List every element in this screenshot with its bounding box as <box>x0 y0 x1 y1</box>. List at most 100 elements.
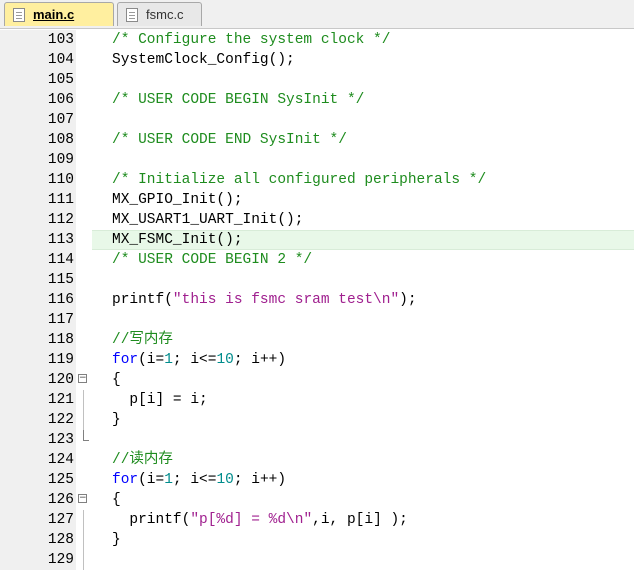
fold-collapse-icon[interactable]: − <box>78 494 87 503</box>
line-gutter: 116 <box>0 290 76 310</box>
line-number: 128 <box>47 532 74 548</box>
line-gutter: 110 <box>0 170 76 190</box>
line-number: 112 <box>47 212 74 228</box>
code-token-comment: /* Initialize all configured peripherals… <box>112 172 487 188</box>
file-icon <box>126 7 138 22</box>
code-text: MX_FSMC_Init(); <box>112 230 243 250</box>
line-gutter: 127 <box>0 510 76 530</box>
code-line[interactable]: 126− { <box>0 490 634 510</box>
line-number: 109 <box>47 152 74 168</box>
fold-guide <box>83 530 84 550</box>
line-number: 124 <box>47 452 74 468</box>
line-number: 119 <box>47 352 74 368</box>
line-number: 121 <box>47 392 74 408</box>
code-line[interactable]: 128} <box>0 530 634 550</box>
code-line[interactable]: 119 for(i=1; i<=10; i++) <box>0 350 634 370</box>
code-line[interactable]: 115 <box>0 270 634 290</box>
code-line[interactable]: 116 printf("this is fsmc sram test\n"); <box>0 290 634 310</box>
code-text: /* USER CODE BEGIN SysInit */ <box>112 90 364 110</box>
tab-fsmc-c[interactable]: fsmc.c <box>117 2 202 26</box>
line-gutter: 128 <box>0 530 76 550</box>
fold-collapse-icon[interactable]: − <box>78 374 87 383</box>
code-token-plain: } <box>112 532 121 548</box>
code-token-plain: p[i] = i; <box>112 392 208 408</box>
code-line[interactable]: 123 <box>0 430 634 450</box>
code-line[interactable]: 124 //读内存 <box>0 450 634 470</box>
code-text: { <box>112 370 121 390</box>
code-token-comment: //写内存 <box>112 332 173 348</box>
line-number: 105 <box>47 72 74 88</box>
code-line[interactable]: 120− { <box>0 370 634 390</box>
code-line[interactable]: 103 /* Configure the system clock */ <box>0 30 634 50</box>
fold-end-marker <box>83 430 89 441</box>
fold-guide <box>83 510 84 530</box>
code-line[interactable]: 118 //写内存 <box>0 330 634 350</box>
line-gutter: 112 <box>0 210 76 230</box>
line-gutter: 115 <box>0 270 76 290</box>
code-token-number: 1 <box>164 352 173 368</box>
code-token-plain: printf( <box>112 292 173 308</box>
line-gutter: 121 <box>0 390 76 410</box>
code-line[interactable]: 109 <box>0 150 634 170</box>
code-editor[interactable]: 103 /* Configure the system clock */ 104 Sy… <box>0 30 634 570</box>
code-token-string: "this is fsmc sram test\n" <box>172 292 400 308</box>
line-number: 113 <box>47 232 74 248</box>
code-line[interactable]: 112 MX_USART1_UART_Init(); <box>0 210 634 230</box>
code-token-plain: ; i<= <box>172 352 217 368</box>
line-number: 104 <box>47 52 74 68</box>
code-text: p[i] = i; <box>112 390 208 410</box>
code-text: /* Initialize all configured peripherals… <box>112 170 486 190</box>
line-number: 127 <box>47 512 74 528</box>
code-text: /* USER CODE END SysInit */ <box>112 130 347 150</box>
line-gutter: 124 <box>0 450 76 470</box>
line-gutter: 119 <box>0 350 76 370</box>
line-number: 117 <box>47 312 74 328</box>
code-line[interactable]: 107 <box>0 110 634 130</box>
code-text: } <box>112 410 121 430</box>
line-gutter: 111 <box>0 190 76 210</box>
fold-guide <box>83 550 84 570</box>
code-token-plain: (i= <box>138 352 165 368</box>
line-gutter: 108 <box>0 130 76 150</box>
code-token-plain: MX_FSMC_Init(); <box>112 232 243 248</box>
code-text: { <box>112 490 121 510</box>
code-token-keyword: for <box>112 472 139 488</box>
fold-guide <box>83 390 84 410</box>
code-text: } <box>112 530 121 550</box>
code-line[interactable]: 104 SystemClock_Config(); <box>0 50 634 70</box>
code-token-plain: ,i, p[i] ); <box>312 512 408 528</box>
code-text: SystemClock_Config(); <box>112 50 295 70</box>
tab-main-c[interactable]: main.c <box>4 2 114 26</box>
file-icon <box>13 7 25 22</box>
code-line[interactable]: 113 MX_FSMC_Init(); <box>0 230 634 250</box>
code-line[interactable]: 122} <box>0 410 634 430</box>
line-number: 106 <box>47 92 74 108</box>
line-gutter: 105 <box>0 70 76 90</box>
line-gutter: 106 <box>0 90 76 110</box>
code-line[interactable]: 125 for(i=1; i<=10; i++) <box>0 470 634 490</box>
line-number: 125 <box>47 472 74 488</box>
code-text: for(i=1; i<=10; i++) <box>112 350 286 370</box>
code-line[interactable]: 105 <box>0 70 634 90</box>
code-line[interactable]: 114 /* USER CODE BEGIN 2 */ <box>0 250 634 270</box>
code-text: MX_GPIO_Init(); <box>112 190 243 210</box>
code-line[interactable]: 110 /* Initialize all configured peripher… <box>0 170 634 190</box>
code-text: /* Configure the system clock */ <box>112 30 390 50</box>
line-number: 114 <box>47 252 74 268</box>
code-token-plain: SystemClock_Config(); <box>112 52 295 68</box>
code-line[interactable]: 106 /* USER CODE BEGIN SysInit */ <box>0 90 634 110</box>
code-text: for(i=1; i<=10; i++) <box>112 470 286 490</box>
code-line[interactable]: 117 <box>0 310 634 330</box>
code-line[interactable]: 108 /* USER CODE END SysInit */ <box>0 130 634 150</box>
line-gutter: 120 <box>0 370 76 390</box>
line-gutter: 107 <box>0 110 76 130</box>
code-line[interactable]: 129 <box>0 550 634 570</box>
line-gutter: 109 <box>0 150 76 170</box>
code-line[interactable]: 111 MX_GPIO_Init(); <box>0 190 634 210</box>
code-line[interactable]: 127 printf("p[%d] = %d\n",i, p[i] ); <box>0 510 634 530</box>
code-line[interactable]: 121 p[i] = i; <box>0 390 634 410</box>
code-text: //写内存 <box>112 330 173 350</box>
line-number: 126 <box>47 492 74 508</box>
code-token-plain: ; i++) <box>233 352 287 368</box>
fold-guide <box>83 410 84 430</box>
